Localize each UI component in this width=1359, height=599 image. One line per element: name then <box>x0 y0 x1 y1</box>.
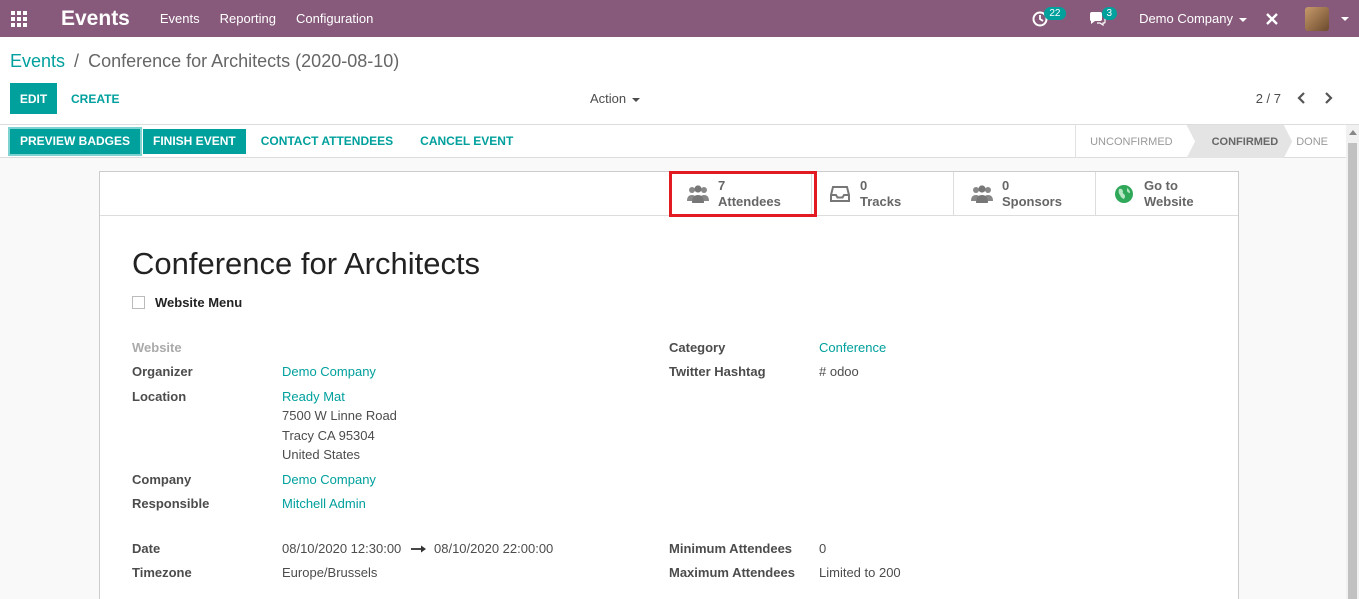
caret-down-icon <box>1341 16 1349 21</box>
stage-bar: UNCONFIRMED CONFIRMED DONE <box>1075 125 1346 158</box>
timezone-field-label: Timezone <box>132 565 192 580</box>
activity-badge: 22 <box>1044 7 1066 20</box>
messages-button[interactable]: 3 <box>1088 7 1118 27</box>
menu-reporting[interactable]: Reporting <box>220 11 276 26</box>
pager-previous-button[interactable] <box>1293 88 1309 108</box>
form-sheet: 7 Attendees 0 Tracks 0 Sponsors Go to We… <box>99 171 1239 599</box>
responsible-field-label: Responsible <box>132 496 210 511</box>
tracks-label: Tracks <box>860 194 902 209</box>
page-scrollbar[interactable] <box>1346 125 1359 599</box>
tools-icon <box>1266 12 1278 25</box>
caret-down-icon <box>632 97 641 102</box>
location-name[interactable]: Ready Mat <box>282 389 345 404</box>
responsible-value[interactable]: Mitchell Admin <box>282 496 366 511</box>
menu-configuration[interactable]: Configuration <box>296 11 373 26</box>
breadcrumb: Events / Conference for Architects (2020… <box>10 51 399 72</box>
preview-badges-button[interactable]: PREVIEW BADGES <box>10 128 141 154</box>
breadcrumb-parent[interactable]: Events <box>10 51 65 71</box>
website-field-label: Website <box>132 340 182 355</box>
twitter-hashtag-field-label: Twitter Hashtag <box>669 364 766 379</box>
date-start-value[interactable]: 08/10/2020 12:30:00 <box>282 541 401 556</box>
action-label: Action <box>590 91 627 106</box>
finish-event-button[interactable]: FINISH EVENT <box>143 128 246 154</box>
debug-tools-button[interactable] <box>1265 12 1279 26</box>
website-line1: Go to <box>1144 178 1178 193</box>
tracks-smart-button[interactable]: 0 Tracks <box>811 172 953 216</box>
action-dropdown[interactable]: Action <box>590 91 641 106</box>
control-panel: Events / Conference for Architects (2020… <box>0 37 1359 125</box>
stage-unconfirmed[interactable]: UNCONFIRMED <box>1075 125 1187 158</box>
chevron-right-icon <box>1325 92 1333 104</box>
menu-events[interactable]: Events <box>160 11 200 26</box>
activity-button[interactable]: 22 <box>1032 7 1066 27</box>
pager-next-button[interactable] <box>1321 88 1337 108</box>
sponsors-count: 0 <box>1002 178 1010 193</box>
location-city: Tracy CA 95304 <box>282 428 375 443</box>
inbox-icon <box>828 182 852 206</box>
sponsors-smart-button[interactable]: 0 Sponsors <box>953 172 1095 216</box>
tracks-count: 0 <box>860 178 868 193</box>
category-field-label: Category <box>669 340 726 355</box>
minimum-attendees-field-label: Minimum Attendees <box>669 541 793 556</box>
location-field-label: Location <box>132 389 187 404</box>
scroll-thumb[interactable] <box>1348 143 1357 599</box>
category-value[interactable]: Conference <box>819 340 886 355</box>
minimum-attendees-value[interactable]: 0 <box>819 541 826 556</box>
stage-done[interactable]: DONE <box>1292 125 1346 158</box>
website-line2: Website <box>1144 194 1194 209</box>
location-country: United States <box>282 447 361 462</box>
timezone-value[interactable]: Europe/Brussels <box>282 565 377 580</box>
users-icon <box>970 182 994 206</box>
website-menu-label: Website Menu <box>155 295 243 310</box>
app-brand[interactable]: Events <box>61 7 130 31</box>
company-value[interactable]: Demo Company <box>282 472 376 487</box>
chevron-left-icon <box>1297 92 1305 104</box>
breadcrumb-current: Conference for Architects (2020-08-10) <box>88 51 400 71</box>
smart-button-box: 7 Attendees 0 Tracks 0 Sponsors Go to We… <box>100 171 1238 217</box>
date-end-value[interactable]: 08/10/2020 22:00:00 <box>434 541 553 556</box>
organizer-field-label: Organizer <box>132 364 193 379</box>
caret-down-icon <box>1239 17 1247 22</box>
company-name: Demo Company <box>1139 11 1233 26</box>
form-statusbar: PREVIEW BADGES FINISH EVENT CONTACT ATTE… <box>0 125 1346 158</box>
stage-confirmed[interactable]: CONFIRMED <box>1186 125 1293 158</box>
maximum-attendees-field-label: Maximum Attendees <box>669 565 795 580</box>
attendees-highlight-box <box>669 171 817 217</box>
go-to-website-smart-button[interactable]: Go to Website <box>1095 172 1238 216</box>
date-field-label: Date <box>132 541 161 556</box>
arrow-right-icon <box>411 545 426 553</box>
cancel-event-button[interactable]: CANCEL EVENT <box>408 129 525 154</box>
website-menu-toggle[interactable]: Website Menu <box>132 295 242 310</box>
edit-button[interactable]: EDIT <box>10 83 57 114</box>
twitter-hashtag-value[interactable]: # odoo <box>819 364 859 379</box>
user-menu[interactable] <box>1305 6 1349 31</box>
globe-icon <box>1112 182 1136 206</box>
breadcrumb-separator: / <box>74 51 80 71</box>
pager-value[interactable]: 2 / 7 <box>1256 91 1281 106</box>
company-field-label: Company <box>132 472 192 487</box>
maximum-attendees-value[interactable]: Limited to 200 <box>819 565 901 580</box>
organizer-value[interactable]: Demo Company <box>282 364 376 379</box>
top-navbar: Events Events Reporting Configuration 22… <box>0 0 1359 37</box>
avatar <box>1305 6 1329 31</box>
website-menu-checkbox[interactable] <box>132 296 145 309</box>
messages-badge: 3 <box>1101 7 1118 20</box>
contact-attendees-button[interactable]: CONTACT ATTENDEES <box>249 129 405 154</box>
sponsors-label: Sponsors <box>1002 194 1062 209</box>
apps-menu-icon[interactable] <box>0 0 38 37</box>
scroll-up-arrow-icon[interactable] <box>1349 130 1357 135</box>
company-switcher[interactable]: Demo Company <box>1139 11 1247 26</box>
location-street: 7500 W Linne Road <box>282 408 397 423</box>
event-title[interactable]: Conference for Architects <box>132 246 480 282</box>
create-button[interactable]: CREATE <box>63 83 127 114</box>
